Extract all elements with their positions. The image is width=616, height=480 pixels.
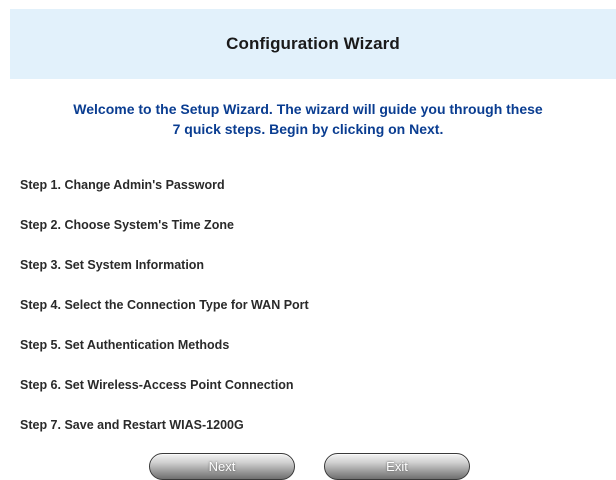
page-title: Configuration Wizard <box>226 34 400 53</box>
button-bar: Next Exit <box>0 453 616 480</box>
step-5: Step 5. Set Authentication Methods <box>20 338 230 352</box>
step-7: Step 7. Save and Restart WIAS-1200G <box>20 418 244 432</box>
step-2: Step 2. Choose System's Time Zone <box>20 218 234 232</box>
welcome-message: Welcome to the Setup Wizard. The wizard … <box>0 99 616 139</box>
step-3: Step 3. Set System Information <box>20 258 205 272</box>
step-6: Step 6. Set Wireless-Access Point Connec… <box>20 378 294 392</box>
next-button[interactable]: Next <box>149 453 295 480</box>
steps-list: Step 1. Change Admin's Password Step 2. … <box>20 172 309 452</box>
welcome-line-1: Welcome to the Setup Wizard. The wizard … <box>73 101 543 117</box>
wizard-header: Configuration Wizard <box>10 9 616 79</box>
exit-button[interactable]: Exit <box>324 453 470 480</box>
step-4: Step 4. Select the Connection Type for W… <box>20 298 309 312</box>
step-1: Step 1. Change Admin's Password <box>20 178 225 192</box>
welcome-line-2: 7 quick steps. Begin by clicking on Next… <box>172 121 444 137</box>
